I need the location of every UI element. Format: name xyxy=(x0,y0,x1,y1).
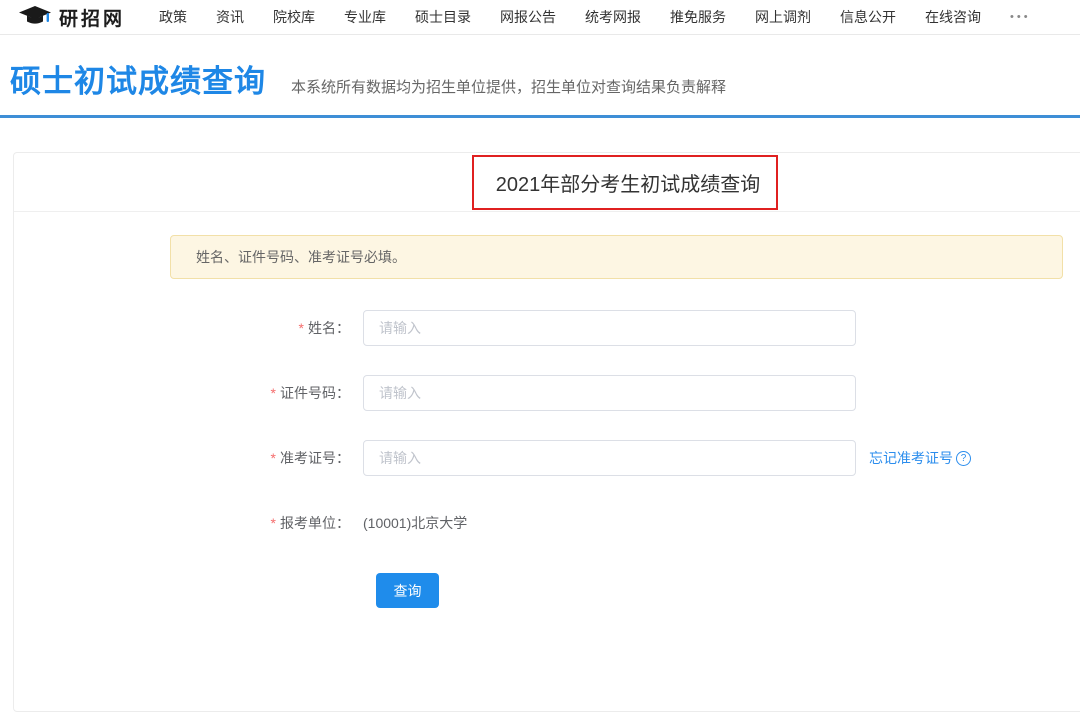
nav-item-master-catalog[interactable]: 硕士目录 xyxy=(415,7,471,27)
nav-item-college-library[interactable]: 院校库 xyxy=(273,7,315,27)
score-query-card: 2021年部分考生初试成绩查询 姓名、证件号码、准考证号必填。 *姓名： *证件… xyxy=(13,152,1080,712)
nav-item-online-consult[interactable]: 在线咨询 xyxy=(925,7,981,27)
page-title: 硕士初试成绩查询 xyxy=(10,56,266,101)
name-input[interactable] xyxy=(363,310,856,346)
required-asterisk: * xyxy=(271,385,276,401)
graduation-cap-icon xyxy=(18,5,52,29)
nav-item-online-report-notice[interactable]: 网报公告 xyxy=(500,7,556,27)
name-label: *姓名： xyxy=(14,318,363,338)
nav-item-exempt-service[interactable]: 推免服务 xyxy=(670,7,726,27)
target-unit-label: *报考单位： xyxy=(14,513,363,533)
query-form: *姓名： *证件号码： *准考证号： 忘记准考证号 ? *报考单位： (1 xyxy=(14,310,1080,608)
form-row-id-number: *证件号码： xyxy=(14,375,1080,411)
id-number-label: *证件号码： xyxy=(14,383,363,403)
site-logo[interactable]: 研招网 xyxy=(18,4,125,31)
page-header: 硕士初试成绩查询 本系统所有数据均为招生单位提供，招生单位对查询结果负责解释 xyxy=(0,35,1080,118)
nav-item-online-adjustment[interactable]: 网上调剂 xyxy=(755,7,811,27)
form-row-target-unit: *报考单位： (10001)北京大学 xyxy=(14,505,1080,541)
page-subtitle: 本系统所有数据均为招生单位提供，招生单位对查询结果负责解释 xyxy=(291,76,726,97)
admission-ticket-input[interactable] xyxy=(363,440,856,476)
target-unit-value: (10001)北京大学 xyxy=(363,513,467,533)
id-number-input[interactable] xyxy=(363,375,856,411)
brand-name: 研招网 xyxy=(59,4,125,31)
button-row: 查询 xyxy=(14,573,1080,608)
required-asterisk: * xyxy=(299,320,304,336)
nav-item-major-library[interactable]: 专业库 xyxy=(344,7,386,27)
nav-item-unified-exam-report[interactable]: 统考网报 xyxy=(585,7,641,27)
form-row-admission-ticket: *准考证号： 忘记准考证号 ? xyxy=(14,440,1080,476)
nav-menu: 政策 资讯 院校库 专业库 硕士目录 网报公告 统考网报 推免服务 网上调剂 信… xyxy=(159,7,1031,27)
question-circle-icon: ? xyxy=(956,451,971,466)
nav-more-icon[interactable]: ••• xyxy=(1010,11,1031,23)
required-fields-alert: 姓名、证件号码、准考证号必填。 xyxy=(170,235,1063,279)
required-asterisk: * xyxy=(271,450,276,466)
nav-item-policy[interactable]: 政策 xyxy=(159,7,187,27)
alert-text: 姓名、证件号码、准考证号必填。 xyxy=(196,247,406,267)
card-title: 2021年部分考生初试成绩查询 xyxy=(496,168,761,197)
top-navigation-bar: 研招网 政策 资讯 院校库 专业库 硕士目录 网报公告 统考网报 推免服务 网上… xyxy=(0,0,1080,35)
nav-item-info-disclosure[interactable]: 信息公开 xyxy=(840,7,896,27)
forgot-ticket-link[interactable]: 忘记准考证号 ? xyxy=(869,448,971,468)
query-button[interactable]: 查询 xyxy=(376,573,439,608)
admission-ticket-label: *准考证号： xyxy=(14,448,363,468)
required-asterisk: * xyxy=(271,515,276,531)
form-row-name: *姓名： xyxy=(14,310,1080,346)
nav-item-news[interactable]: 资讯 xyxy=(216,7,244,27)
card-header: 2021年部分考生初试成绩查询 xyxy=(14,153,1080,212)
